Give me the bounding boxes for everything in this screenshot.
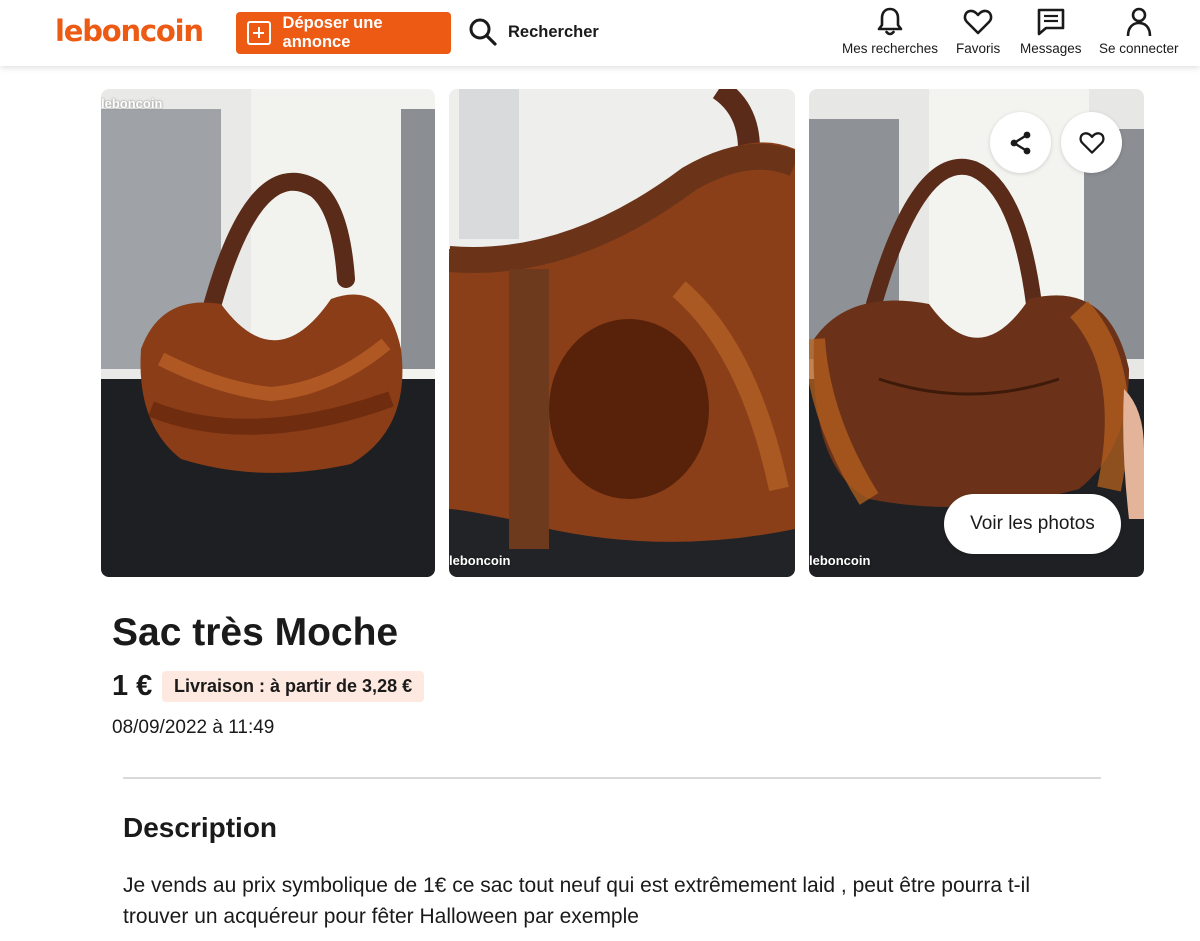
favorite-button[interactable] xyxy=(1061,112,1122,173)
photo-watermark: leboncoin xyxy=(809,553,871,568)
user-icon xyxy=(1126,7,1152,37)
search-button[interactable]: Rechercher xyxy=(468,17,599,47)
nav-favorites-label: Favoris xyxy=(956,41,1001,56)
search-label: Rechercher xyxy=(508,22,599,41)
listing-photo-1[interactable]: leboncoin xyxy=(101,89,435,577)
ad-price: 1 € xyxy=(112,670,153,702)
share-icon xyxy=(1010,131,1030,154)
description-heading: Description xyxy=(123,812,278,843)
bag-photo-closeup xyxy=(449,89,795,577)
nav-messages-label: Messages xyxy=(1020,41,1082,56)
listing-photo-2[interactable]: leboncoin xyxy=(449,89,795,577)
leboncoin-logo[interactable]: leboncoin xyxy=(55,14,204,48)
post-ad-button[interactable]: Déposer une annonce xyxy=(236,12,451,54)
nav-login-label: Se connecter xyxy=(1099,41,1179,56)
plus-square-icon xyxy=(247,21,271,45)
section-divider xyxy=(123,777,1101,779)
heart-icon xyxy=(1078,131,1105,154)
photo-watermark: leboncoin xyxy=(449,553,511,568)
heart-icon xyxy=(963,9,993,35)
message-icon xyxy=(1037,8,1065,36)
nav-saved-searches[interactable]: Mes recherches xyxy=(842,6,938,56)
nav-messages[interactable]: Messages xyxy=(1020,6,1082,56)
ad-title: Sac très Moche xyxy=(112,611,399,654)
share-button[interactable] xyxy=(990,112,1051,173)
bag-photo-front xyxy=(101,89,435,577)
bell-icon xyxy=(877,7,903,36)
search-icon xyxy=(469,18,497,46)
delivery-badge: Livraison : à partir de 3,28 € xyxy=(162,671,425,702)
see-photos-button[interactable]: Voir les photos xyxy=(944,494,1121,554)
nav-login[interactable]: Se connecter xyxy=(1099,6,1179,56)
description-text: Je vends au prix symbolique de 1€ ce sac… xyxy=(123,874,1030,928)
nav-saved-searches-label: Mes recherches xyxy=(842,41,939,56)
nav-favorites[interactable]: Favoris xyxy=(956,6,1000,56)
top-header: leboncoin Déposer une annonce Rechercher… xyxy=(0,0,1200,66)
post-ad-label: Déposer une annonce xyxy=(282,14,383,51)
photo-watermark: leboncoin xyxy=(101,96,163,111)
ad-date: 08/09/2022 à 11:49 xyxy=(112,717,275,738)
